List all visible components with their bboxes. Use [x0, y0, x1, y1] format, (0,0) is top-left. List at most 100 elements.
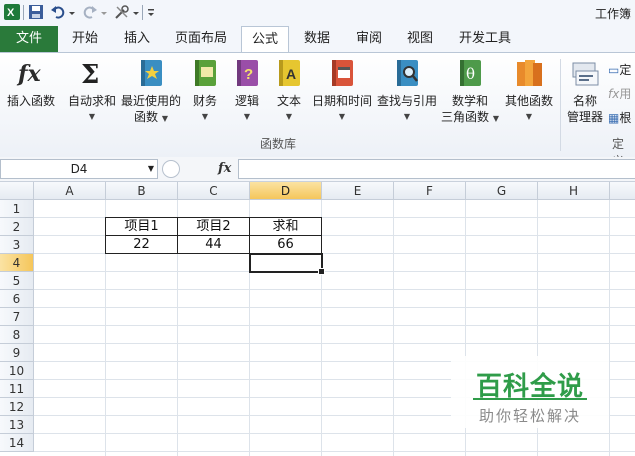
excel-logo-icon[interactable]: X	[4, 4, 20, 20]
formula-input[interactable]	[238, 159, 635, 179]
svg-text:A: A	[286, 66, 296, 82]
row-header-4[interactable]: 4	[0, 254, 34, 272]
row-header-9[interactable]: 9	[0, 344, 34, 362]
cell-d2[interactable]: 求和	[249, 217, 322, 236]
column-header-g[interactable]: G	[466, 182, 538, 200]
more-functions-button[interactable]: 其他函数 ▼	[502, 57, 556, 125]
undo-icon[interactable]	[50, 4, 66, 20]
toolbar-separator	[142, 5, 143, 20]
create-from-selection-button[interactable]: ▦根	[608, 109, 631, 126]
tab-page-layout[interactable]: 页面布局	[170, 26, 232, 52]
name-box[interactable]: D4 ▼	[0, 159, 158, 179]
gridline	[34, 289, 635, 290]
column-header-i[interactable]	[610, 182, 635, 200]
column-header-c[interactable]: C	[178, 182, 250, 200]
gridline	[34, 343, 635, 344]
text-label: 文本	[276, 94, 301, 108]
tab-home[interactable]: 开始	[64, 26, 106, 52]
recently-used-label-2: 函数	[134, 110, 159, 124]
recently-used-label-1: 最近使用的	[120, 94, 181, 108]
row-header-11[interactable]: 11	[0, 380, 34, 398]
date-time-button[interactable]: 日期和时间 ▼	[312, 57, 372, 125]
book-calendar-icon	[327, 57, 357, 89]
name-manager-label-2: 管理器	[566, 110, 603, 124]
customize-icon[interactable]	[146, 4, 156, 20]
math-trig-label-1: 数学和	[451, 94, 488, 108]
book-text-icon: A	[274, 57, 304, 89]
gridline	[34, 451, 635, 452]
insert-function-button[interactable]: fx 插入函数	[4, 57, 58, 109]
row-header-10[interactable]: 10	[0, 362, 34, 380]
column-header-e[interactable]: E	[322, 182, 394, 200]
fx-icon[interactable]: fx	[218, 161, 231, 176]
group-label-function-library: 函数库	[260, 137, 297, 151]
redo-dropdown-icon[interactable]	[100, 4, 108, 20]
name-manager-button[interactable]: 名称 管理器	[563, 57, 607, 125]
redo-icon[interactable]	[82, 4, 98, 20]
gridline	[393, 200, 394, 456]
cell-c3[interactable]: 44	[177, 235, 250, 254]
chevron-down-icon: ▼	[161, 114, 168, 123]
book-magnifier-icon	[392, 57, 422, 89]
row-header-13[interactable]: 13	[0, 416, 34, 434]
cell-c2[interactable]: 项目2	[177, 217, 250, 236]
chevron-down-icon: ▼	[88, 112, 96, 121]
lookup-reference-button[interactable]: 查找与引用 ▼	[376, 57, 438, 125]
book-question-icon: ?	[232, 57, 262, 89]
row-header-12[interactable]: 12	[0, 398, 34, 416]
cell-b3[interactable]: 22	[105, 235, 178, 254]
tools-dropdown-icon[interactable]	[132, 4, 140, 20]
active-cell-d4[interactable]	[249, 253, 325, 275]
cell-b2[interactable]: 项目1	[105, 217, 178, 236]
row-header-2[interactable]: 2	[0, 218, 34, 236]
recently-used-button[interactable]: 最近使用的 函数 ▼	[120, 57, 182, 127]
column-header-a[interactable]: A	[34, 182, 106, 200]
row-header-8[interactable]: 8	[0, 326, 34, 344]
tab-view[interactable]: 视图	[400, 26, 440, 52]
gridline	[609, 200, 610, 456]
row-header-6[interactable]: 6	[0, 290, 34, 308]
logical-label: 逻辑	[234, 94, 259, 108]
row-header-1[interactable]: 1	[0, 200, 34, 218]
chevron-down-icon[interactable]: ▼	[148, 160, 154, 178]
quick-access-toolbar: X 工作簿	[0, 0, 635, 27]
worksheet-grid[interactable]: A B C D E F G H 1 2 3 4 5 6 7 8 9 10 11 …	[0, 182, 635, 456]
tab-data[interactable]: 数据	[297, 26, 337, 52]
row-header-14[interactable]: 14	[0, 434, 34, 452]
row-header-3[interactable]: 3	[0, 236, 34, 254]
insert-function-label: 插入函数	[6, 94, 55, 108]
window-title: 工作簿	[594, 7, 631, 21]
save-icon[interactable]	[28, 4, 44, 20]
tab-formulas[interactable]: 公式	[241, 26, 289, 54]
math-trig-button[interactable]: θ 数学和 三角函数 ▼	[440, 57, 500, 127]
column-header-f[interactable]: F	[394, 182, 466, 200]
gridline	[34, 325, 635, 326]
logical-button[interactable]: ? 逻辑 ▼	[230, 57, 264, 125]
column-header-d[interactable]: D	[250, 182, 322, 200]
row-header-7[interactable]: 7	[0, 308, 34, 326]
tab-review[interactable]: 审阅	[349, 26, 389, 52]
name-box-value: D4	[70, 162, 88, 176]
lookup-reference-label: 查找与引用	[376, 94, 437, 108]
undo-dropdown-icon[interactable]	[68, 4, 76, 20]
financial-button[interactable]: 财务 ▼	[188, 57, 222, 125]
select-all-corner[interactable]	[0, 182, 34, 200]
use-in-formula-button[interactable]: fx用	[608, 85, 631, 102]
svg-text:?: ?	[244, 66, 253, 83]
tools-icon[interactable]	[114, 4, 130, 20]
tab-insert[interactable]: 插入	[116, 26, 158, 52]
watermark-subtitle: 助你轻松解决	[478, 407, 581, 425]
column-header-b[interactable]: B	[106, 182, 178, 200]
formula-bar-resize-handle[interactable]	[162, 160, 180, 178]
text-button[interactable]: A 文本 ▼	[272, 57, 306, 125]
column-header-h[interactable]: H	[538, 182, 610, 200]
autosum-button[interactable]: Σ 自动求和 ▼	[66, 57, 118, 125]
tab-file[interactable]: 文件	[0, 26, 58, 52]
chevron-down-icon: ▼	[403, 112, 411, 121]
cell-d3[interactable]: 66	[249, 235, 322, 254]
define-name-button[interactable]: ▭定	[608, 61, 631, 78]
svg-text:fx: fx	[16, 61, 41, 87]
row-header-5[interactable]: 5	[0, 272, 34, 290]
svg-text:Σ: Σ	[81, 60, 99, 89]
tab-developer[interactable]: 开发工具	[452, 26, 518, 52]
